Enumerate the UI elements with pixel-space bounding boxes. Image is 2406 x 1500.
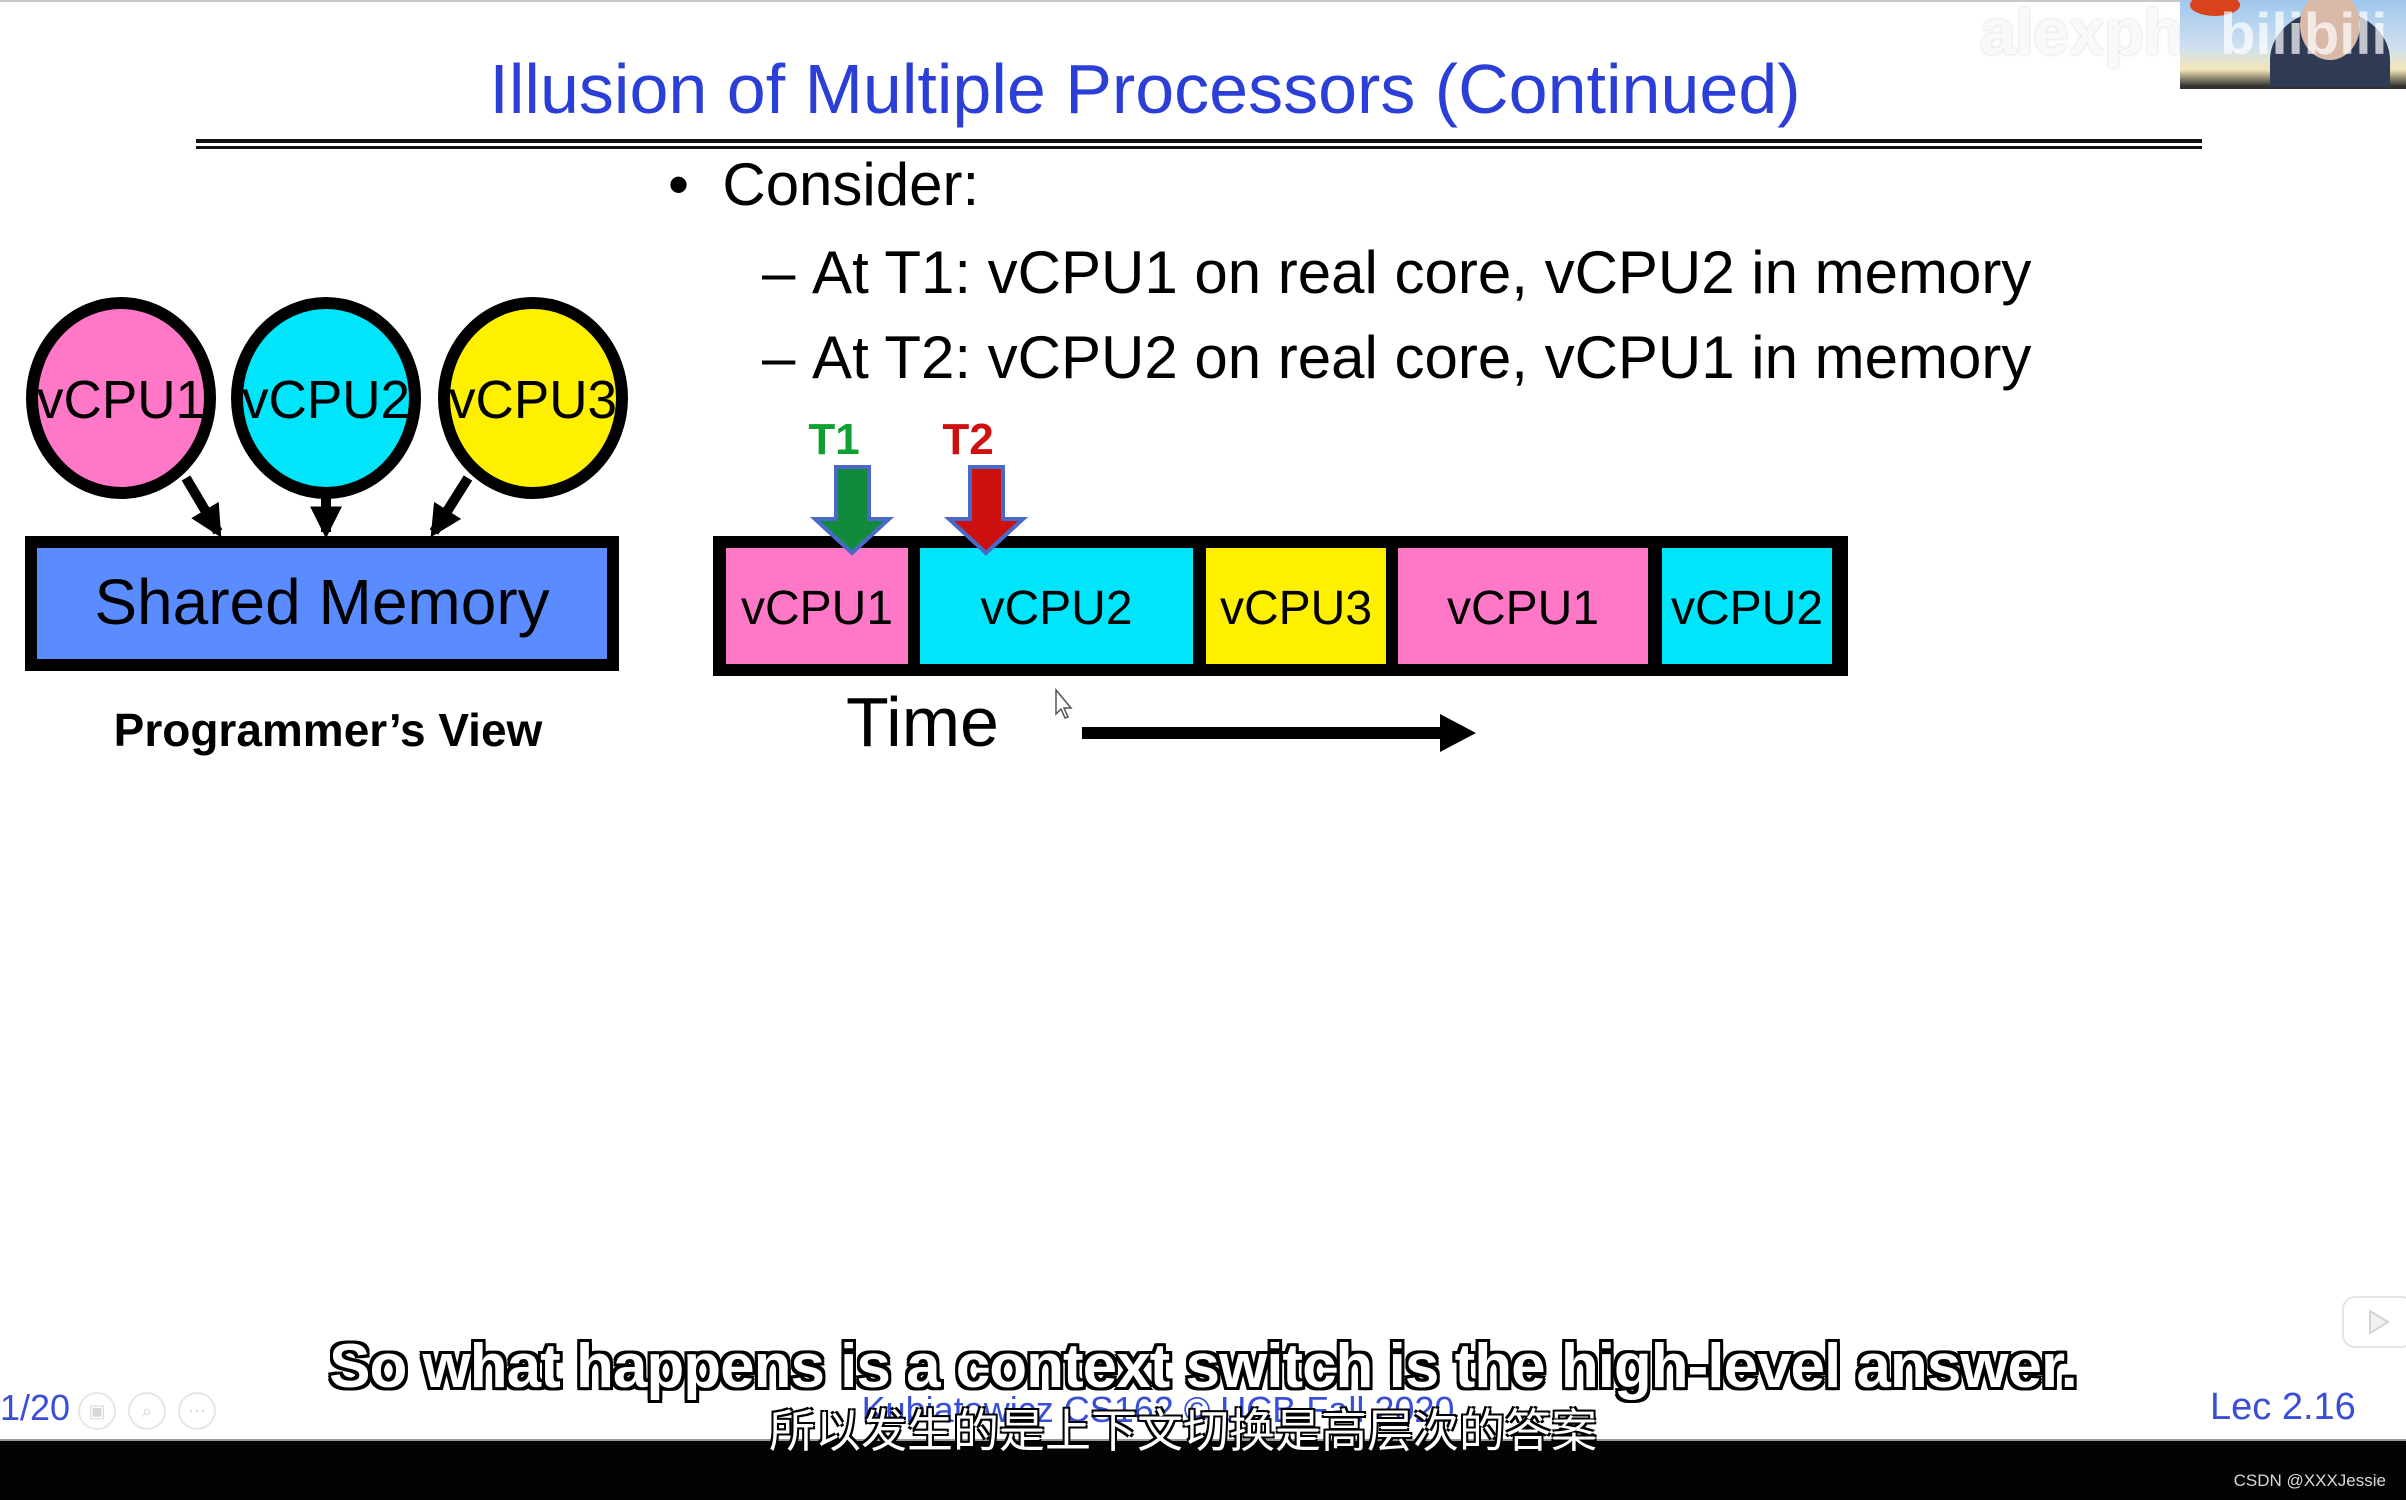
timeline-segment-label: vCPU2 [1671, 582, 1823, 635]
time-axis-label: Time [846, 683, 999, 761]
subtitle-chinese: 所以发生的是上下文切换是高层次的答案 [769, 1405, 1597, 1457]
vcpu-circle-label: vCPU1 [37, 370, 205, 430]
vcpu3-arrow [429, 475, 473, 538]
programmers-view-diagram: vCPU1 vCPU2 vCPU3 Shared Memory [25, 297, 628, 671]
time-axis-line [1082, 727, 1444, 739]
vcpu-circle-label: vCPU3 [449, 370, 617, 430]
timeline-segment-label: vCPU1 [741, 582, 893, 635]
time-marker-label: T1 [808, 415, 859, 464]
time-axis-arrowhead [1440, 714, 1476, 752]
mouse-cursor-icon [1055, 687, 1073, 719]
timeline-segment-label: vCPU3 [1220, 582, 1372, 635]
timeline-segment-label: vCPU2 [980, 582, 1132, 635]
vcpu-circle-label: vCPU2 [242, 370, 410, 430]
subtitle-english: So what happens is a context switch is t… [329, 1332, 2078, 1401]
csdn-credit: CSDN @XXXJessie [2233, 1471, 2386, 1490]
shared-memory-label: Shared Memory [94, 566, 549, 638]
time-marker-label: T2 [942, 415, 993, 464]
programmers-view-caption: Programmer’s View [113, 704, 543, 756]
vcpu1-arrow [181, 475, 223, 538]
timeline-segment-label: vCPU1 [1447, 582, 1599, 635]
